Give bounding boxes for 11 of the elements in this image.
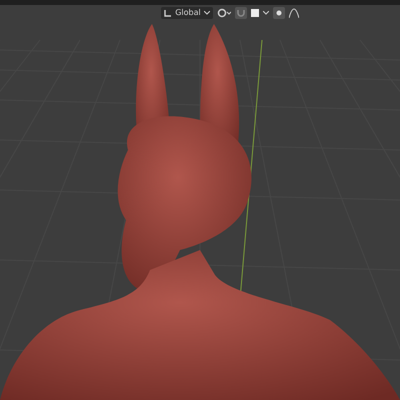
orientation-dropdown[interactable]: Global: [161, 6, 213, 18]
snap-toggle[interactable]: [234, 6, 247, 18]
axes-icon: [164, 8, 172, 16]
magnet-icon: [236, 8, 245, 16]
falloff-curve-icon[interactable]: [288, 8, 299, 18]
proportional-edit-button[interactable]: [272, 6, 285, 18]
pivot-icon[interactable]: [216, 8, 231, 18]
square-icon[interactable]: [250, 8, 259, 16]
dot-icon: [276, 10, 282, 16]
caret-icon: [204, 10, 210, 14]
caret-icon[interactable]: [262, 10, 269, 14]
